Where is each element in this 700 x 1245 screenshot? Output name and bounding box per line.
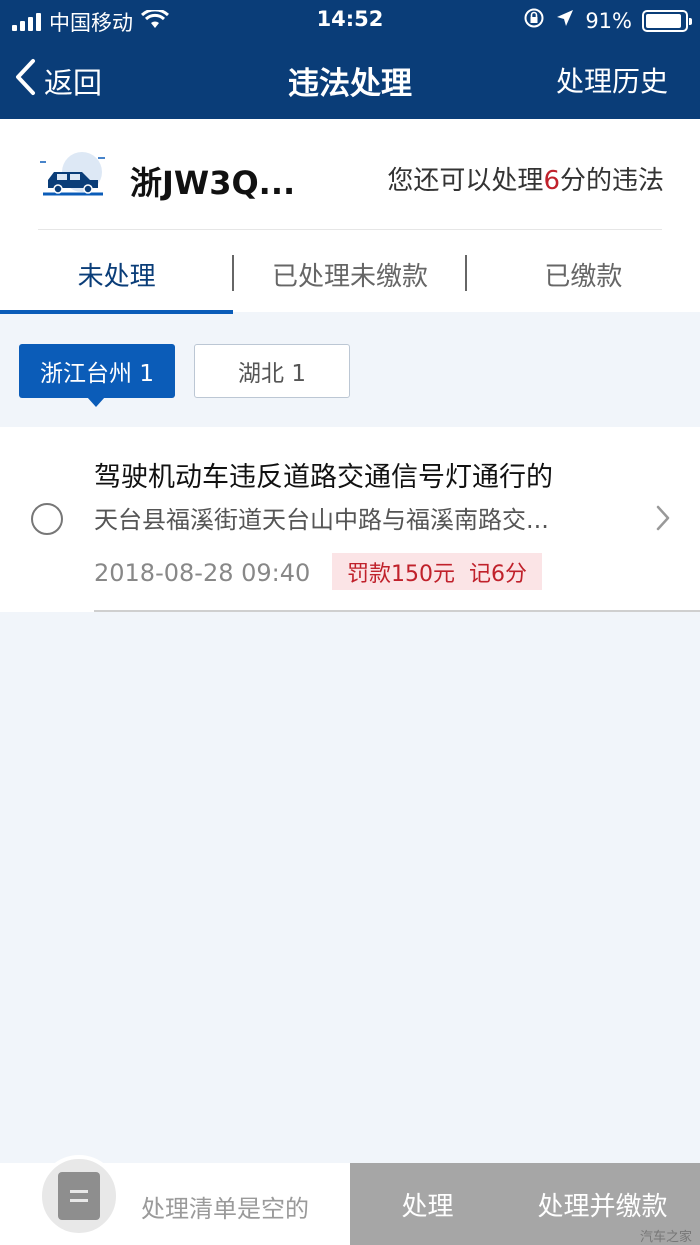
tab-unprocessed[interactable]: 未处理 bbox=[0, 230, 234, 314]
violation-datetime: 2018-08-28 09:40 bbox=[94, 559, 311, 587]
history-button[interactable]: 处理历史 bbox=[556, 60, 668, 100]
points-suffix: 分的违法 bbox=[559, 166, 664, 196]
tab-processed-unpaid[interactable]: 已处理未缴款 bbox=[233, 230, 466, 314]
back-button[interactable]: 返回 bbox=[14, 58, 102, 103]
penalty-points: 记6分 bbox=[469, 561, 527, 587]
watermark: 汽车之家 bbox=[639, 1230, 692, 1245]
process-button[interactable]: 处理 bbox=[350, 1163, 505, 1245]
rotation-lock-icon bbox=[523, 7, 545, 34]
location-arrow-icon bbox=[555, 8, 575, 33]
record-divider bbox=[94, 610, 700, 612]
battery-icon bbox=[642, 9, 692, 32]
back-label: 返回 bbox=[44, 65, 103, 100]
points-prefix: 您还可以处理 bbox=[387, 166, 544, 196]
license-plate: 浙JW3Q... bbox=[130, 164, 296, 202]
penalty-badge: 罚款150元 记6分 bbox=[332, 553, 542, 590]
select-radio[interactable] bbox=[31, 503, 63, 535]
top-bar: 中国移动 14:52 91% 返回 违法处理 处理历史 bbox=[0, 0, 700, 119]
remaining-points: 您还可以处理6分的违法 bbox=[387, 160, 664, 197]
empty-list-text: 处理清单是空的 bbox=[141, 1195, 309, 1223]
status-bar: 中国移动 14:52 91% bbox=[0, 0, 700, 40]
status-tabs: 未处理 已处理未缴款 已缴款 bbox=[0, 230, 700, 314]
region-chip-hubei[interactable]: 湖北 1 bbox=[194, 344, 350, 398]
battery-percent: 91% bbox=[585, 8, 632, 33]
violation-title: 驾驶机动车违反道路交通信号灯通行的 bbox=[94, 462, 553, 493]
region-chip-zhejiang-taizhou[interactable]: 浙江台州 1 bbox=[19, 344, 175, 407]
points-value: 6 bbox=[543, 166, 560, 196]
fine-amount: 罚款150元 bbox=[347, 561, 455, 587]
violation-location: 天台县福溪街道天台山中路与福溪南路交... bbox=[94, 506, 549, 534]
tab-paid[interactable]: 已缴款 bbox=[467, 230, 700, 314]
car-icon bbox=[38, 150, 108, 206]
chevron-left-icon bbox=[14, 58, 36, 103]
tab-divider bbox=[465, 255, 467, 291]
tab-divider bbox=[232, 255, 234, 291]
list-icon bbox=[58, 1172, 100, 1220]
chevron-right-icon[interactable] bbox=[656, 505, 670, 535]
processing-list-button[interactable] bbox=[38, 1155, 120, 1237]
